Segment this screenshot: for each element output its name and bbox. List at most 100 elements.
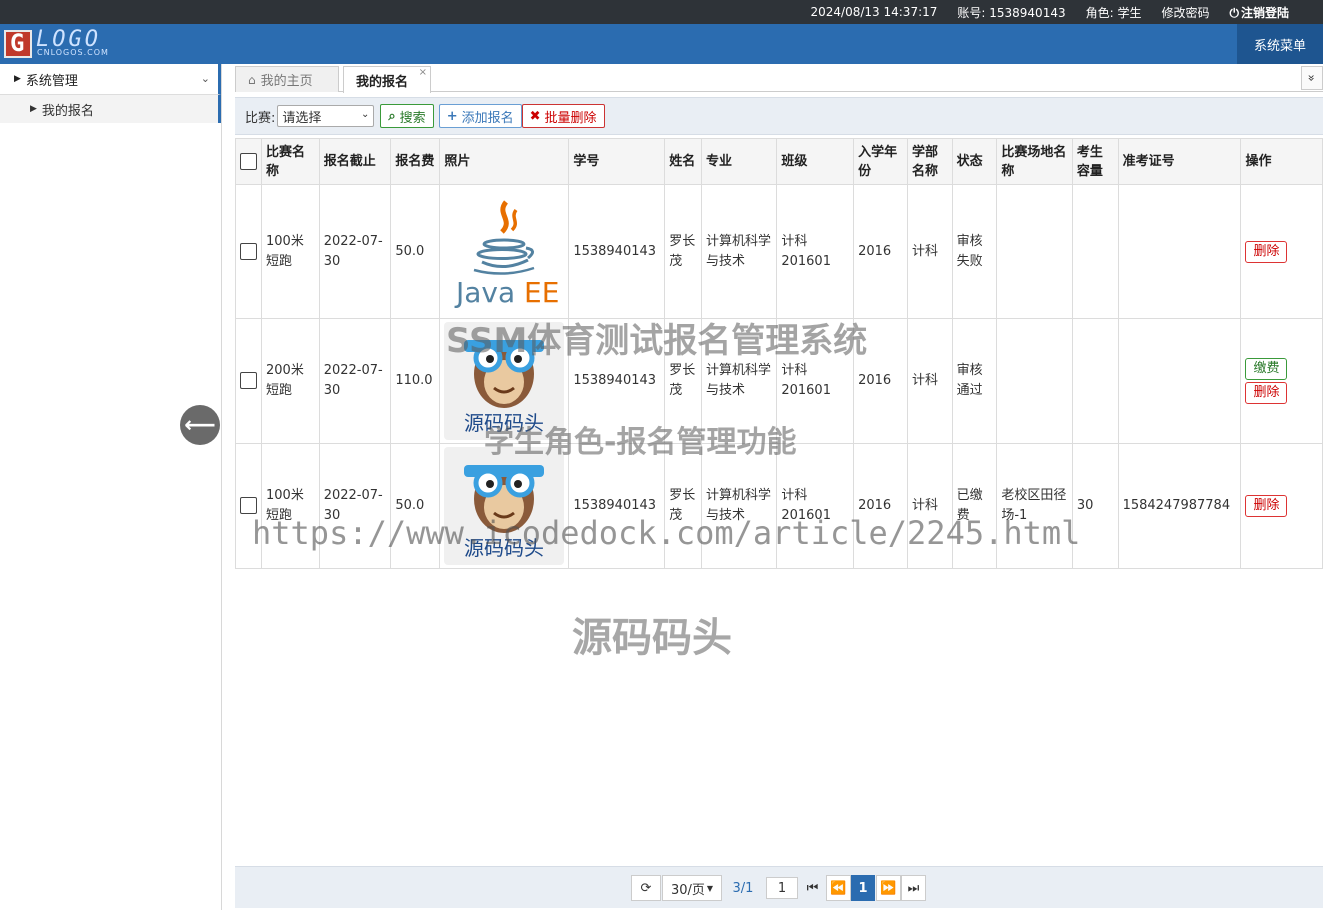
col-header: 姓名 <box>664 138 703 185</box>
tab-my-registration[interactable]: 我的报名 × <box>343 66 431 93</box>
cell-actions: 删除 <box>1240 184 1323 319</box>
cell-venue <box>996 184 1073 319</box>
sidebar-item-my-registration[interactable]: ▶ 我的报名 <box>0 95 221 123</box>
power-icon: ⏻ <box>1229 5 1239 20</box>
cell-venue <box>996 318 1073 444</box>
cell-actions: 缴费 删除 <box>1240 318 1323 444</box>
select-all-checkbox[interactable] <box>240 153 257 170</box>
change-password-link[interactable]: 修改密码 <box>1161 4 1209 21</box>
cell-capacity <box>1071 318 1119 444</box>
cell-year: 2016 <box>853 318 908 444</box>
cell-deadline: 2022-07-30 <box>318 184 392 319</box>
double-chevron-down-icon: » <box>1305 74 1319 82</box>
cell-status: 已缴费 <box>951 443 998 569</box>
refresh-button[interactable]: ⟳ <box>631 875 661 901</box>
last-page-icon: ⏭ <box>907 880 920 896</box>
tab-more-button[interactable]: » <box>1301 66 1323 90</box>
col-header: 照片 <box>439 138 570 185</box>
tab-bar: ⌂ 我的主页 我的报名 × » <box>235 64 1323 93</box>
sidebar-item-label: 我的报名 <box>41 103 94 119</box>
next-page-button[interactable]: ⏩ <box>876 875 901 901</box>
tab-home-label: 我的主页 <box>260 74 313 89</box>
cell-fee: 50.0 <box>390 184 441 319</box>
caret-right-icon: ▶ <box>14 74 21 84</box>
monkey-caption: 源码码头 <box>464 411 544 435</box>
col-header: 学部名称 <box>906 138 953 185</box>
first-page-icon: ⏮ <box>806 880 819 896</box>
page-size-value: 30/页 <box>670 882 705 898</box>
delete-button[interactable]: 删除 <box>1245 382 1288 404</box>
pay-button[interactable]: 缴费 <box>1245 358 1288 380</box>
row-select-cell <box>235 184 262 319</box>
search-icon: ⌕ <box>388 108 396 124</box>
col-header: 入学年份 <box>853 138 908 185</box>
row-checkbox[interactable] <box>240 372 257 389</box>
search-button-label: 搜索 <box>399 110 426 126</box>
plus-icon: + <box>446 108 458 124</box>
next-page-icon: ⏩ <box>880 880 897 896</box>
cell-major: 计算机科学与技术 <box>701 184 778 319</box>
table-row: 100米短跑 2022-07-30 50.0 Java EE 153894014… <box>235 184 1323 319</box>
cell-capacity: 30 <box>1071 443 1119 569</box>
cell-capacity <box>1071 184 1119 319</box>
col-header: 比赛名称 <box>261 138 320 185</box>
app-header: LOGO CNLOGOS.COM 系统菜单 <box>0 24 1323 64</box>
cell-year: 2016 <box>853 443 908 569</box>
registration-table: 比赛名称 报名截止 报名费 照片 学号 姓名 专业 班级 入学年份 学部名称 状… <box>235 138 1323 569</box>
col-header: 班级 <box>776 138 855 185</box>
cell-photo: 源码码头 <box>439 318 570 444</box>
page-input[interactable]: 1 <box>766 877 798 899</box>
chevron-down-icon: ⌄ <box>361 109 370 120</box>
cell-competition: 200米短跑 <box>261 318 320 444</box>
prev-page-button[interactable]: ⏪ <box>826 875 851 901</box>
row-select-cell <box>235 318 262 444</box>
sidebar-group-system[interactable]: ▶ 系统管理 ⌄ <box>0 64 221 95</box>
search-button[interactable]: ⌕ 搜索 <box>380 104 434 128</box>
cell-class: 计科201601 <box>776 184 855 319</box>
table-row: 100米短跑 2022-07-30 50.0 源码码头 1538940143 罗… <box>235 443 1323 569</box>
col-header: 专业 <box>701 138 778 185</box>
page-1-button[interactable]: 1 <box>851 875 875 901</box>
monkey-logo: 源码码头 <box>444 447 565 565</box>
col-header: 报名截止 <box>318 138 392 185</box>
competition-select[interactable]: 请选择 ⌄ <box>277 105 375 127</box>
chevron-down-icon: ⌄ <box>200 72 210 85</box>
cell-ticket: 1584247987784 <box>1117 443 1242 569</box>
col-header: 考生容量 <box>1071 138 1119 185</box>
x-icon: ✖ <box>529 108 541 124</box>
cell-deadline: 2022-07-30 <box>318 318 392 444</box>
java-text-ee: EE <box>524 276 559 309</box>
cell-venue: 老校区田径场-1 <box>996 443 1073 569</box>
add-registration-button[interactable]: + 添加报名 <box>438 104 522 128</box>
tab-home[interactable]: ⌂ 我的主页 <box>235 66 339 92</box>
cell-deadline: 2022-07-30 <box>318 443 392 569</box>
row-checkbox[interactable] <box>240 242 257 260</box>
delete-button[interactable]: 删除 <box>1245 240 1288 263</box>
col-header: 报名费 <box>390 138 441 185</box>
batch-delete-button[interactable]: ✖ 批量删除 <box>521 104 605 128</box>
cell-major: 计算机科学与技术 <box>701 318 778 444</box>
table-row: 200米短跑 2022-07-30 110.0 源码码头 1538940143 … <box>235 318 1323 444</box>
cell-name: 罗长茂 <box>664 443 703 569</box>
cell-student-id: 1538940143 <box>568 318 666 444</box>
col-header: 学号 <box>568 138 666 185</box>
logout-link[interactable]: ⏻ 注销登陆 <box>1229 4 1289 21</box>
row-checkbox[interactable] <box>240 497 257 514</box>
competition-filter-label: 比赛: <box>245 110 276 126</box>
system-menu-button[interactable]: 系统菜单 <box>1237 24 1323 64</box>
close-tab-icon[interactable]: × <box>419 67 427 78</box>
cell-competition: 100米短跑 <box>261 184 320 319</box>
delete-button[interactable]: 删除 <box>1245 495 1288 517</box>
cell-class: 计科201601 <box>776 318 855 444</box>
cell-name: 罗长茂 <box>664 318 703 444</box>
collapse-sidebar-button[interactable]: ⟵ <box>180 405 220 445</box>
main-panel: ⌂ 我的主页 我的报名 × » 比赛: 请选择 ⌄ ⌕ 搜索 + 添加报名 ✖ … <box>235 64 1323 910</box>
first-page-button[interactable]: ⏮ <box>800 875 825 901</box>
page-size-select[interactable]: 30/页 ▼ <box>662 875 722 901</box>
cell-name: 罗长茂 <box>664 184 703 319</box>
last-page-button[interactable]: ⏭ <box>901 875 926 901</box>
account-info: 账号: 1538940143 <box>957 5 1066 20</box>
cell-status: 审核失败 <box>951 184 998 319</box>
cell-photo: Java EE <box>439 184 570 319</box>
table-header-row: 比赛名称 报名截止 报名费 照片 学号 姓名 专业 班级 入学年份 学部名称 状… <box>235 138 1323 185</box>
